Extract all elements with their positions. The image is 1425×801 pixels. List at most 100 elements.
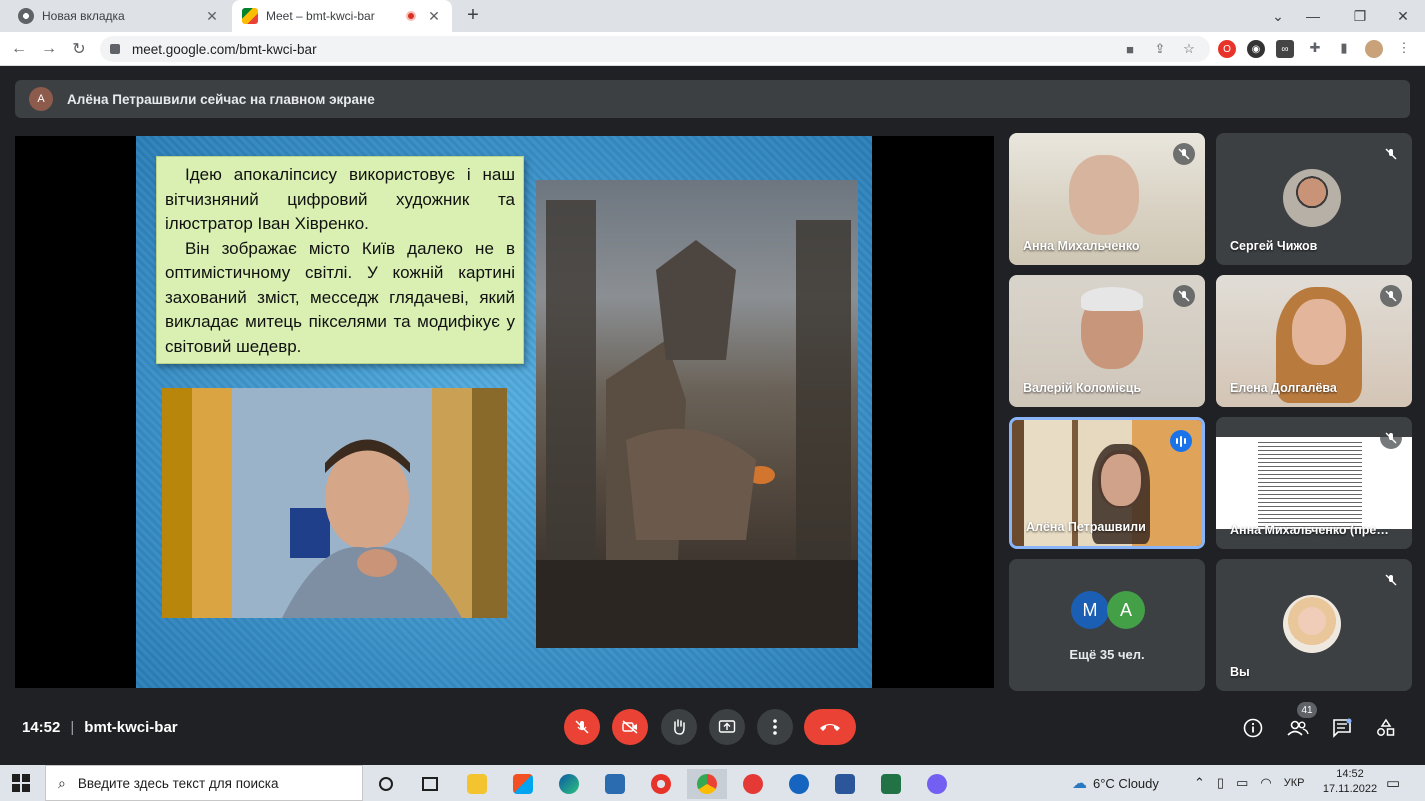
- lock-icon: [110, 44, 120, 54]
- close-window-button[interactable]: ✕: [1380, 0, 1425, 32]
- wifi-icon[interactable]: ◠: [1260, 775, 1271, 791]
- avatar: М: [1071, 591, 1109, 629]
- participant-name: Анна Михальченко (пре…: [1230, 523, 1389, 537]
- chat-button[interactable]: [1329, 715, 1355, 741]
- mic-off-icon: [1380, 569, 1402, 591]
- weather-widget[interactable]: ☁ 6°C Cloudy: [1072, 765, 1159, 801]
- tab-title: Meet – bmt-kwci-bar: [266, 9, 375, 23]
- device-icon[interactable]: ▯: [1217, 775, 1224, 791]
- participant-name: Алёна Петрашвили: [1026, 520, 1146, 534]
- reload-icon[interactable]: ↻: [68, 38, 90, 60]
- weather-text: 6°C Cloudy: [1093, 775, 1159, 791]
- self-avatar: [1283, 595, 1341, 653]
- avatar: A: [29, 87, 53, 111]
- people-count-badge: 41: [1297, 702, 1317, 718]
- meeting-info: 14:52 | bmt-kwci-bar: [22, 719, 178, 736]
- tab-meet[interactable]: Meet – bmt-kwci-bar ✕: [232, 0, 452, 32]
- glasses-extension-icon[interactable]: ∞: [1276, 40, 1294, 58]
- address-toolbar: ← → ↻ meet.google.com/bmt-kwci-bar ■ ⇪ ☆…: [0, 32, 1425, 66]
- clock-time: 14:52: [1336, 768, 1364, 780]
- presentation-slide: Ідею апокаліпсису використовує і наш віт…: [136, 136, 872, 688]
- meeting-details-button[interactable]: [1240, 715, 1266, 741]
- app-icon[interactable]: [595, 769, 635, 799]
- viber-icon[interactable]: [917, 769, 957, 799]
- mic-off-icon: [575, 720, 589, 734]
- meeting-code: bmt-kwci-bar: [84, 719, 178, 736]
- document-page: [1258, 439, 1362, 527]
- word-icon[interactable]: [825, 769, 865, 799]
- extensions-puzzle-icon[interactable]: ✚: [1307, 40, 1323, 56]
- taskbar-clock[interactable]: 14:52 17.11.2022: [1320, 767, 1380, 797]
- url-field[interactable]: meet.google.com/bmt-kwci-bar: [100, 36, 1210, 62]
- edge-icon[interactable]: [549, 769, 589, 799]
- side-panel-icon[interactable]: ▮: [1336, 40, 1352, 56]
- participant-tile-presentation[interactable]: Анна Михальченко (пре…: [1216, 417, 1412, 549]
- participant-name: Вы: [1230, 665, 1250, 679]
- more-participants-label: Ещё 35 чел.: [1069, 647, 1145, 662]
- mic-off-icon: [1380, 143, 1402, 165]
- leave-call-button[interactable]: [804, 709, 856, 745]
- minimize-button[interactable]: —: [1290, 0, 1336, 32]
- back-icon[interactable]: ←: [8, 38, 30, 60]
- excel-icon[interactable]: [871, 769, 911, 799]
- self-tile[interactable]: Вы: [1216, 559, 1412, 691]
- new-tab-button[interactable]: +: [462, 4, 484, 27]
- profile-avatar[interactable]: [1365, 40, 1383, 58]
- more-options-button[interactable]: [757, 709, 793, 745]
- participant-tile[interactable]: Валерій Коломієць: [1009, 275, 1205, 407]
- recorder-icon[interactable]: [733, 769, 773, 799]
- meet-window: A Алёна Петрашвили сейчас на главном экр…: [0, 66, 1425, 765]
- participant-tile[interactable]: Анна Михальченко: [1009, 133, 1205, 265]
- notifications-icon[interactable]: ▭: [1386, 765, 1400, 801]
- maximize-button[interactable]: ❐: [1337, 0, 1383, 32]
- store-icon[interactable]: [503, 769, 543, 799]
- share-icon[interactable]: ⇪: [1152, 41, 1168, 57]
- camera-icon[interactable]: ■: [1122, 41, 1138, 57]
- task-view-icon[interactable]: [410, 769, 450, 799]
- raise-hand-button[interactable]: [661, 709, 697, 745]
- language-indicator[interactable]: УКР: [1284, 777, 1305, 789]
- more-avatars: М А: [1071, 591, 1145, 629]
- people-button[interactable]: [1285, 715, 1311, 741]
- activities-button[interactable]: [1373, 715, 1399, 741]
- menu-kebab-icon[interactable]: ⋮: [1396, 40, 1412, 56]
- chrome-taskbar-icon[interactable]: [687, 769, 727, 799]
- mic-off-icon: [1173, 285, 1195, 307]
- close-tab-icon[interactable]: ✕: [426, 8, 442, 25]
- chevron-up-icon[interactable]: ⌃: [1194, 775, 1205, 791]
- participant-name: Анна Михальченко: [1023, 239, 1140, 253]
- cloud-icon: ☁: [1072, 775, 1087, 792]
- hand-icon: [674, 719, 685, 735]
- slide-paragraph-2: Він зображає місто Київ далеко не в опти…: [165, 238, 515, 356]
- mic-toggle-button[interactable]: [564, 709, 600, 745]
- more-participants-tile[interactable]: М А Ещё 35 чел.: [1009, 559, 1205, 691]
- participant-tile[interactable]: Елена Долгалёва: [1216, 275, 1412, 407]
- present-screen-button[interactable]: [709, 709, 745, 745]
- cortana-icon[interactable]: [366, 769, 406, 799]
- windows-start-icon[interactable]: [12, 774, 30, 792]
- mic-off-icon: [1173, 143, 1195, 165]
- system-tray[interactable]: ⌃ ▯ ▭ ◠ УКР: [1194, 765, 1304, 801]
- battery-icon[interactable]: ▭: [1236, 775, 1248, 791]
- bookmark-star-icon[interactable]: ☆: [1181, 41, 1197, 57]
- clock-date: 17.11.2022: [1322, 783, 1378, 795]
- tab-new-tab[interactable]: Новая вкладка ✕: [8, 0, 230, 32]
- file-explorer-icon[interactable]: [457, 769, 497, 799]
- recording-icon: [406, 11, 416, 21]
- chat-icon: [1333, 718, 1352, 738]
- close-tab-icon[interactable]: ✕: [204, 8, 220, 25]
- participant-name: Сергей Чижов: [1230, 239, 1318, 253]
- opera-extension-icon[interactable]: O: [1218, 40, 1236, 58]
- opera-icon[interactable]: [641, 769, 681, 799]
- participant-tile[interactable]: Сергей Чижов: [1216, 133, 1412, 265]
- activities-icon: [1377, 718, 1395, 736]
- main-stage[interactable]: Ідею апокаліпсису використовує і наш віт…: [15, 136, 994, 688]
- ccleaner-icon[interactable]: [779, 769, 819, 799]
- artist-photo: [162, 388, 507, 618]
- forward-icon[interactable]: →: [38, 38, 60, 60]
- participant-tile-active[interactable]: Алёна Петрашвили: [1009, 417, 1205, 549]
- taskbar-search-input[interactable]: ⌕ Введите здесь текст для поиска: [45, 765, 363, 801]
- mic-off-icon: [1380, 285, 1402, 307]
- camera-toggle-button[interactable]: [612, 709, 648, 745]
- extension-icon[interactable]: ◉: [1247, 40, 1265, 58]
